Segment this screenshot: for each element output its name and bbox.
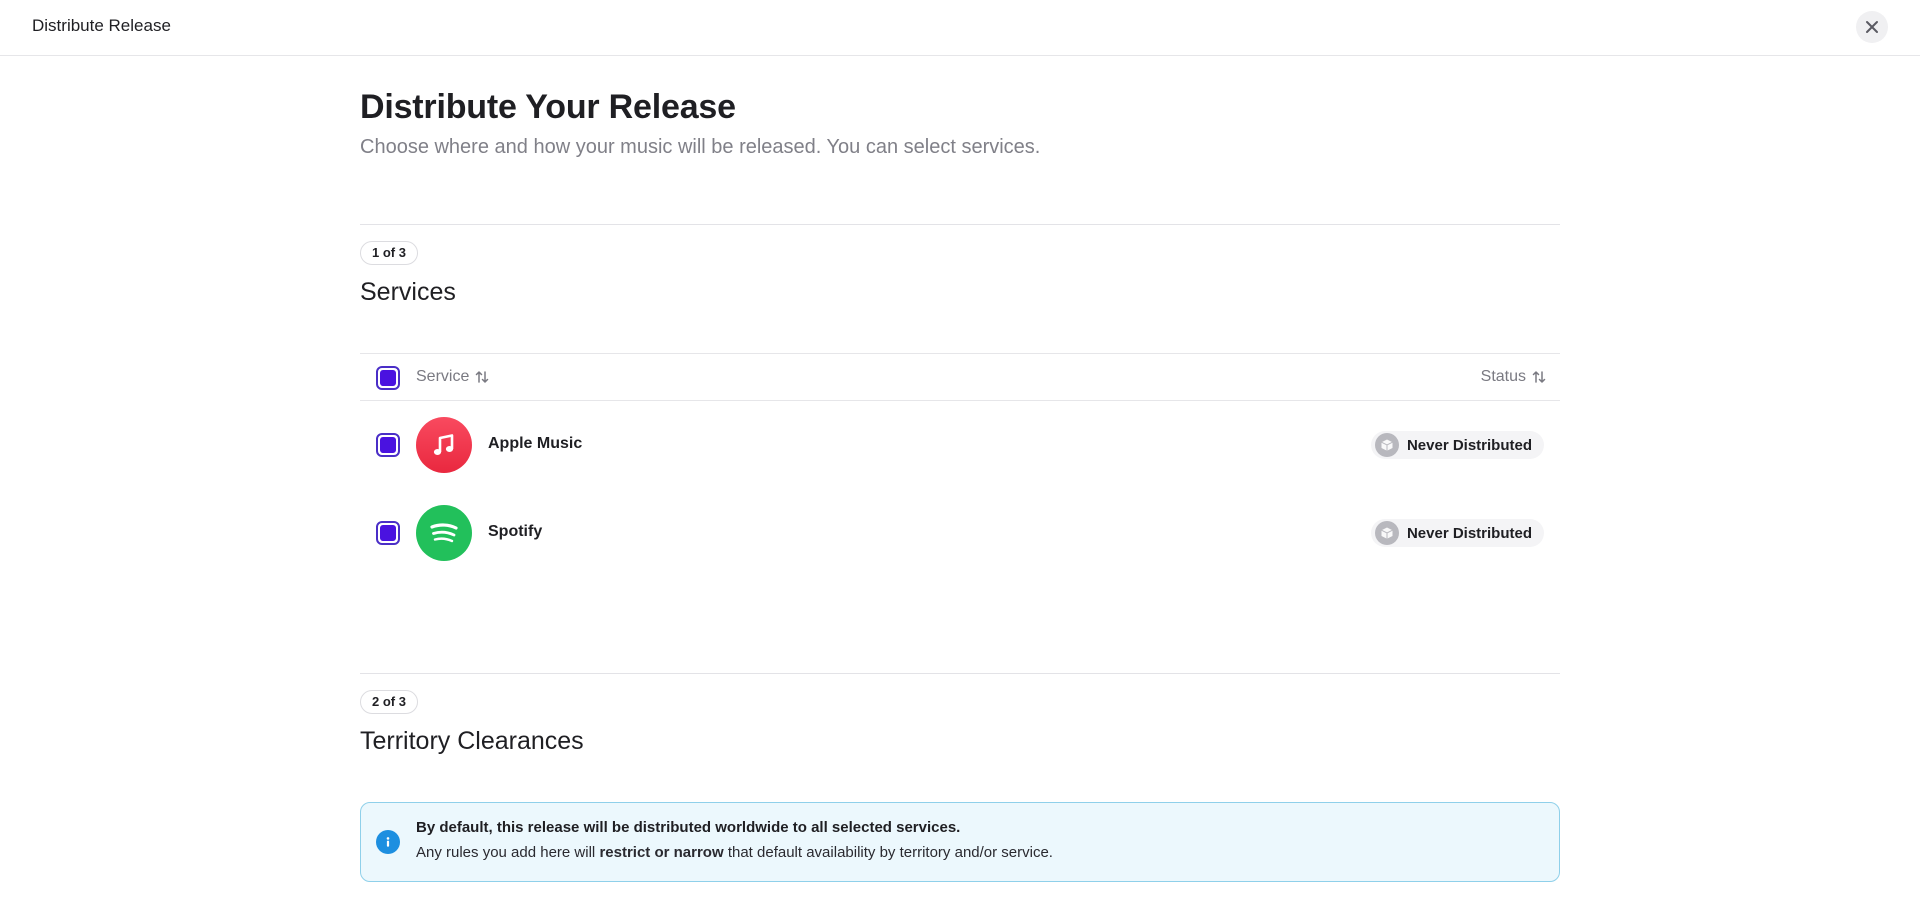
select-all-checkbox[interactable] <box>376 366 400 390</box>
info-icon <box>376 830 400 854</box>
top-bar: Distribute Release <box>0 0 1920 56</box>
window-title: Distribute Release <box>32 16 171 35</box>
step-badge: 1 of 3 <box>360 241 418 265</box>
service-name: Apple Music <box>488 435 583 452</box>
close-button[interactable] <box>1856 11 1888 43</box>
services-section-title: Services <box>360 278 456 306</box>
page-subtitle: Choose where and how your music will be … <box>360 136 1041 158</box>
service-name: Spotify <box>488 523 543 540</box>
step-badge: 2 of 3 <box>360 690 418 714</box>
section-divider <box>360 673 1560 674</box>
status-badge: Never Distributed <box>1370 431 1544 459</box>
service-column-header[interactable]: Service <box>416 368 489 386</box>
page-title: Distribute Your Release <box>360 88 736 126</box>
table-row: Spotify Never Distributed <box>360 489 1560 577</box>
status-column-label: Status <box>1480 368 1526 385</box>
spotify-icon <box>416 505 472 561</box>
services-table: Service Status Apple Music Never Distrib… <box>360 353 1560 577</box>
apple-music-checkbox[interactable] <box>376 433 400 457</box>
status-label: Never Distributed <box>1406 524 1532 542</box>
service-column-label: Service <box>416 368 470 385</box>
apple-music-icon <box>416 417 472 473</box>
info-banner: By default, this release will be distrib… <box>360 802 1560 882</box>
sort-icon <box>476 371 489 383</box>
box-icon <box>1374 521 1399 545</box>
spotify-checkbox[interactable] <box>376 521 400 545</box>
territory-section-title: Territory Clearances <box>360 727 584 755</box>
close-icon <box>1866 21 1878 33</box>
info-heading: By default, this release will be distrib… <box>416 819 961 836</box>
status-column-header[interactable]: Status <box>1481 368 1546 386</box>
info-body-suffix: that default availability by territory a… <box>723 844 1053 861</box>
table-row: Apple Music Never Distributed <box>360 401 1560 489</box>
box-icon <box>1374 433 1399 457</box>
info-body-emphasis: restrict or narrow <box>599 844 724 861</box>
info-body: Any rules you add here will restrict or … <box>416 844 1053 861</box>
info-body-prefix: Any rules you add here will <box>416 844 600 861</box>
status-badge: Never Distributed <box>1370 519 1544 547</box>
status-label: Never Distributed <box>1406 436 1532 454</box>
sort-icon <box>1532 371 1546 383</box>
table-header: Service Status <box>360 353 1560 401</box>
section-divider <box>360 224 1560 225</box>
